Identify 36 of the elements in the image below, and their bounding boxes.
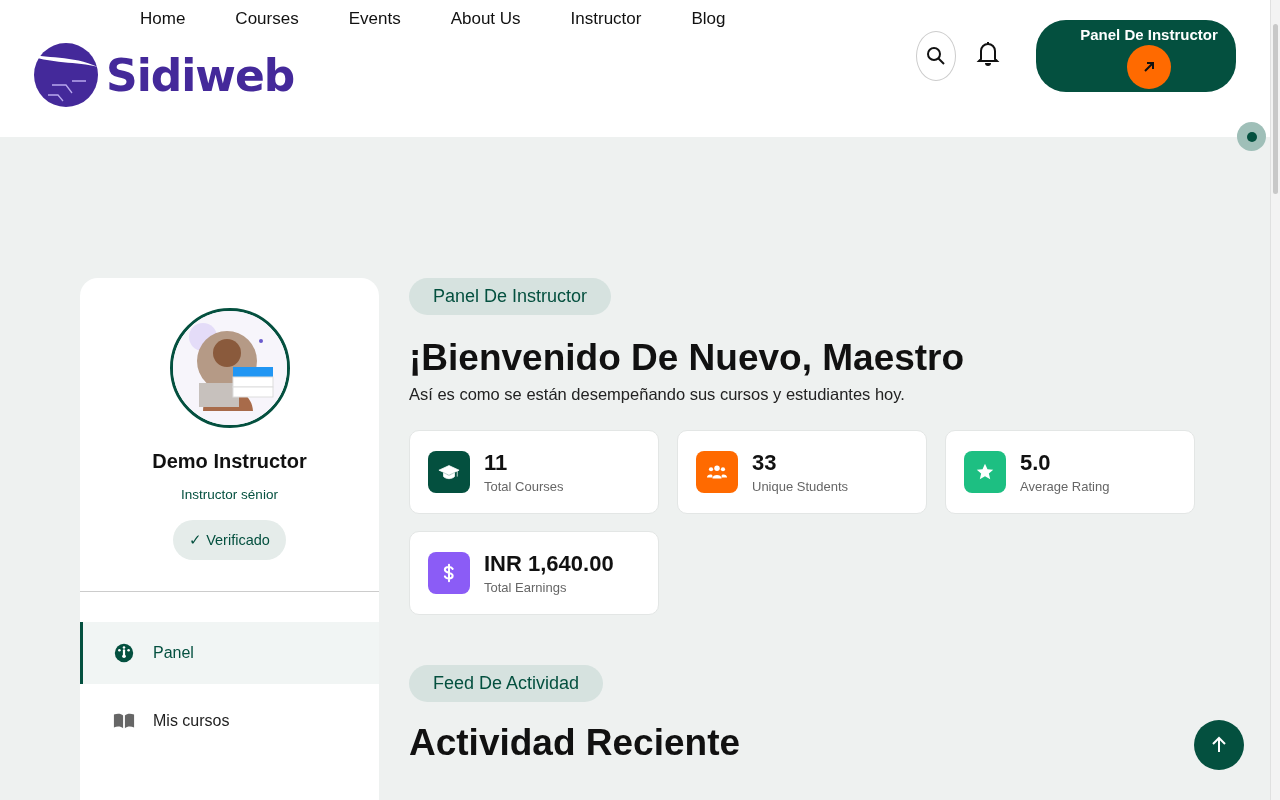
profile-role: Instructor sénior [181,487,278,502]
stat-label: Total Courses [484,479,564,494]
section-tag: Panel De Instructor [409,278,612,315]
stat-value: 11 [484,450,509,476]
page-heading: ¡Bienvenido De Nuevo, Maestro [409,337,966,379]
bell-icon[interactable] [976,40,1000,66]
stat-label: Average Rating [1020,479,1110,494]
arrow-icon [1142,60,1156,74]
arrow-up-icon [1210,736,1228,754]
page-subtitle: Así es como se están desempeñando sus cursos y estudiantes hoy. [409,385,906,404]
stat-label: Total Earnings [484,580,568,595]
sidebar-label: Mis cursos [153,712,230,730]
nav-link[interactable]: Blog [691,9,726,29]
logo-text[interactable]: Sidiweb [106,49,295,101]
nav-link[interactable]: About Us [450,9,521,29]
gauge-icon [113,642,135,664]
stat-value: 5.0 [1020,450,1052,476]
scrollbar[interactable] [1270,0,1280,800]
nav-link[interactable]: Events [348,9,401,29]
search-button[interactable] [916,31,956,81]
back-to-top-button[interactable] [1194,720,1244,770]
stat-value: 33 [752,450,778,476]
profile-name: Demo Instructor [152,450,307,473]
search-icon [926,46,946,66]
stat-label: Unique Students [752,479,849,494]
section-tag: Feed De Actividad [409,665,604,702]
stat-value: INR 1,640.00 [484,551,614,577]
nav-link[interactable]: Home [140,9,186,29]
sidebar-label: Panel [153,644,194,662]
dashboard-button[interactable]: Panel De Instructor [1036,20,1236,92]
sidebar-item[interactable]: Mis cursos [80,690,379,752]
nav-link[interactable]: Courses [235,9,299,29]
verified-badge: ✓ Verificado [173,520,286,560]
section-heading: Actividad Reciente [409,722,742,764]
nav-link[interactable]: Instructor [570,9,642,29]
sidebar-item[interactable]: Panel [80,622,379,684]
